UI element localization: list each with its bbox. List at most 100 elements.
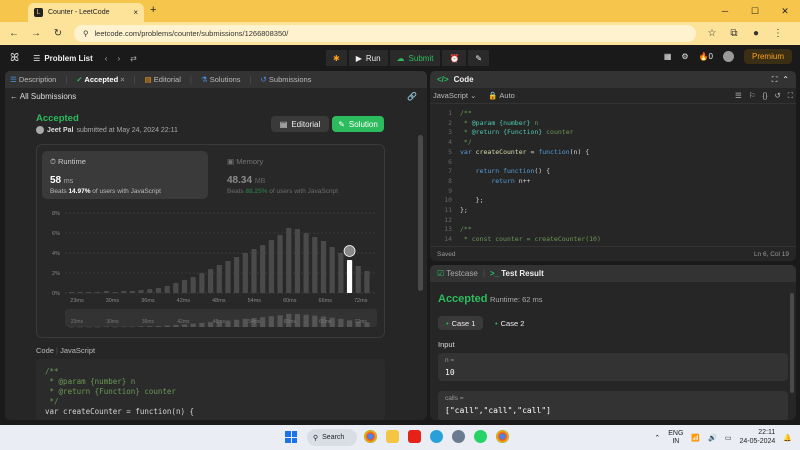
- close-tab-x-icon[interactable]: ×: [120, 75, 124, 84]
- next-problem-icon[interactable]: ›: [117, 54, 120, 63]
- mini-bar: [138, 326, 144, 327]
- settings-gear-icon[interactable]: ⚙: [681, 52, 688, 61]
- x-tick-label: 54ms: [248, 298, 262, 304]
- input-calls-box[interactable]: calls = ["call","call","call"]: [438, 391, 788, 420]
- runtime-distribution-chart[interactable]: 8% 6% 4% 2% 0% 23ms 30ms 36ms 42ms 48ms 54ms 60ms 66…: [37, 205, 384, 337]
- volume-icon[interactable]: 🔊: [708, 434, 717, 442]
- pass-dot-icon: •: [446, 318, 449, 328]
- premium-button[interactable]: Premium: [743, 49, 792, 64]
- source-code[interactable]: /** * @param {number} n * @return {Funct…: [452, 106, 601, 243]
- save-status: Saved: [437, 250, 456, 258]
- wifi-icon[interactable]: 📶: [691, 434, 700, 442]
- input-heading: Input: [438, 340, 455, 349]
- runtime-value: 58 ms: [50, 175, 73, 186]
- minimize-button[interactable]: ─: [710, 0, 740, 22]
- tab-submissions[interactable]: ↺ Submissions: [261, 75, 312, 84]
- prev-problem-icon[interactable]: ‹: [105, 54, 108, 63]
- tab-solutions[interactable]: ⚗ Solutions: [201, 75, 241, 84]
- browser-menu-icon[interactable]: ⋮: [772, 28, 784, 39]
- battery-icon[interactable]: ▭: [725, 434, 732, 442]
- settings-icon[interactable]: [452, 430, 465, 443]
- site-info-icon[interactable]: ⚲: [83, 29, 89, 38]
- browser-tab[interactable]: L Counter - LeetCode ×: [28, 3, 144, 22]
- profile-avatar[interactable]: ●: [750, 28, 762, 39]
- mini-bar: [155, 325, 162, 327]
- tab-testcase[interactable]: ☑ Testcase: [437, 269, 478, 278]
- back-button[interactable]: ←: [8, 28, 20, 39]
- format-icon[interactable]: ☰: [735, 91, 742, 101]
- submit-button[interactable]: ☁ Submit: [389, 50, 441, 66]
- taskbar-search[interactable]: ⚲ Search: [307, 429, 357, 446]
- code-label: Code: [36, 346, 54, 355]
- problem-list-button[interactable]: ☰ Problem List: [33, 54, 93, 63]
- braces-icon[interactable]: {}: [762, 91, 767, 101]
- reset-icon[interactable]: ↺: [774, 91, 780, 101]
- pass-dot-icon: •: [495, 318, 498, 328]
- notifications-bell-icon[interactable]: 🔔: [783, 434, 792, 442]
- notifications[interactable]: 🔥0: [699, 52, 713, 61]
- editorial-button[interactable]: ▤ Editorial: [271, 116, 329, 132]
- notes-button[interactable]: ✎: [468, 50, 490, 66]
- browser-icon[interactable]: [430, 430, 443, 443]
- tab-test-result[interactable]: >_ Test Result: [490, 269, 544, 278]
- code-panel-title: Code: [453, 75, 474, 84]
- window-controls: ─ ☐ ✕: [710, 0, 800, 22]
- windows-start-icon[interactable]: [285, 431, 297, 443]
- bookmark-icon[interactable]: ⚐: [749, 91, 756, 101]
- language-select[interactable]: JavaScript ⌄: [433, 91, 476, 100]
- memory-card[interactable]: ▣ Memory 48.34 MB Beats 88.25% of users …: [219, 151, 369, 199]
- share-link-icon[interactable]: 🔗: [407, 92, 417, 101]
- leetcode-logo-icon[interactable]: ꕤ: [10, 52, 19, 65]
- right-scrollbar[interactable]: [790, 293, 794, 393]
- tab-title: Counter - LeetCode: [48, 9, 110, 16]
- run-button[interactable]: ▶ Run: [348, 50, 388, 66]
- language-indicator[interactable]: ENG IN: [668, 430, 683, 446]
- case-1-tab[interactable]: • Case 1: [438, 316, 484, 330]
- layout-icon[interactable]: ▦: [664, 52, 672, 61]
- auto-mode-toggle[interactable]: 🔒 Auto: [488, 91, 514, 100]
- bookmark-star-icon[interactable]: ☆: [706, 28, 718, 39]
- reload-button[interactable]: ↻: [52, 28, 64, 39]
- shuffle-icon[interactable]: ⇄: [130, 54, 137, 63]
- url-field[interactable]: ⚲ leetcode.com/problems/counter/submissi…: [74, 25, 696, 42]
- line-number: 4: [448, 138, 452, 147]
- tab-editorial[interactable]: ▤ Editorial: [145, 75, 181, 84]
- chrome-profile-icon[interactable]: [496, 430, 509, 443]
- runtime-card[interactable]: ⏱ Runtime 58 ms Beats 14.97% of users wi…: [42, 151, 208, 199]
- clock[interactable]: 22:11 24-05-2024: [739, 429, 775, 446]
- youtube-icon[interactable]: [408, 430, 421, 443]
- tray-overflow-icon[interactable]: ⌃: [654, 434, 660, 442]
- case-2-tab[interactable]: • Case 2: [487, 316, 532, 330]
- terminal-icon: >_: [489, 269, 500, 278]
- forward-button[interactable]: →: [30, 28, 42, 39]
- memory-beats: Beats 88.25% of users with JavaScript: [227, 188, 338, 195]
- mini-x-tick-label: 36ms: [142, 319, 155, 325]
- test-result-panel: ☑ Testcase | >_ Test Result Accepted Run…: [430, 265, 796, 420]
- line-number-gutter: 1 2 3 4 5 6 7 8 9 10 11 12 13 14: [430, 106, 452, 243]
- extensions-icon[interactable]: ⧉: [728, 28, 740, 39]
- debug-button[interactable]: ✱: [326, 50, 347, 66]
- tab-accepted[interactable]: ✓ Accepted ×: [76, 75, 124, 84]
- collapse-icon[interactable]: ⌃: [782, 75, 789, 84]
- solution-button[interactable]: ✎ Solution: [332, 116, 384, 132]
- clock-icon: ⏱: [50, 157, 56, 166]
- maximize-button[interactable]: ☐: [740, 0, 770, 22]
- input-n-box[interactable]: n = 10: [438, 353, 788, 381]
- submitted-code-block[interactable]: /** * @param {number} n * @return {Funct…: [36, 359, 385, 420]
- user-avatar[interactable]: [722, 51, 734, 62]
- close-window-button[interactable]: ✕: [770, 0, 800, 22]
- file-explorer-icon[interactable]: [386, 430, 399, 443]
- fullscreen-icon[interactable]: ⛶: [772, 75, 778, 85]
- editor-body[interactable]: 1 2 3 4 5 6 7 8 9 10 11 12 13 14 /** * @…: [430, 106, 796, 243]
- tab-description[interactable]: ☰ Description: [10, 75, 56, 84]
- expand-icon[interactable]: ⛶: [788, 91, 793, 101]
- close-tab-icon[interactable]: ×: [133, 8, 138, 17]
- chrome-icon[interactable]: [364, 430, 377, 443]
- left-scrollbar[interactable]: [418, 135, 423, 291]
- new-tab-button[interactable]: +: [150, 4, 156, 16]
- all-submissions-link[interactable]: ← All Submissions: [10, 92, 76, 101]
- timer-button[interactable]: ⏰: [442, 50, 467, 66]
- solution-button-label: Solution: [348, 119, 378, 129]
- submitter-name[interactable]: Jeet Pal: [47, 127, 73, 134]
- whatsapp-icon[interactable]: [474, 430, 487, 443]
